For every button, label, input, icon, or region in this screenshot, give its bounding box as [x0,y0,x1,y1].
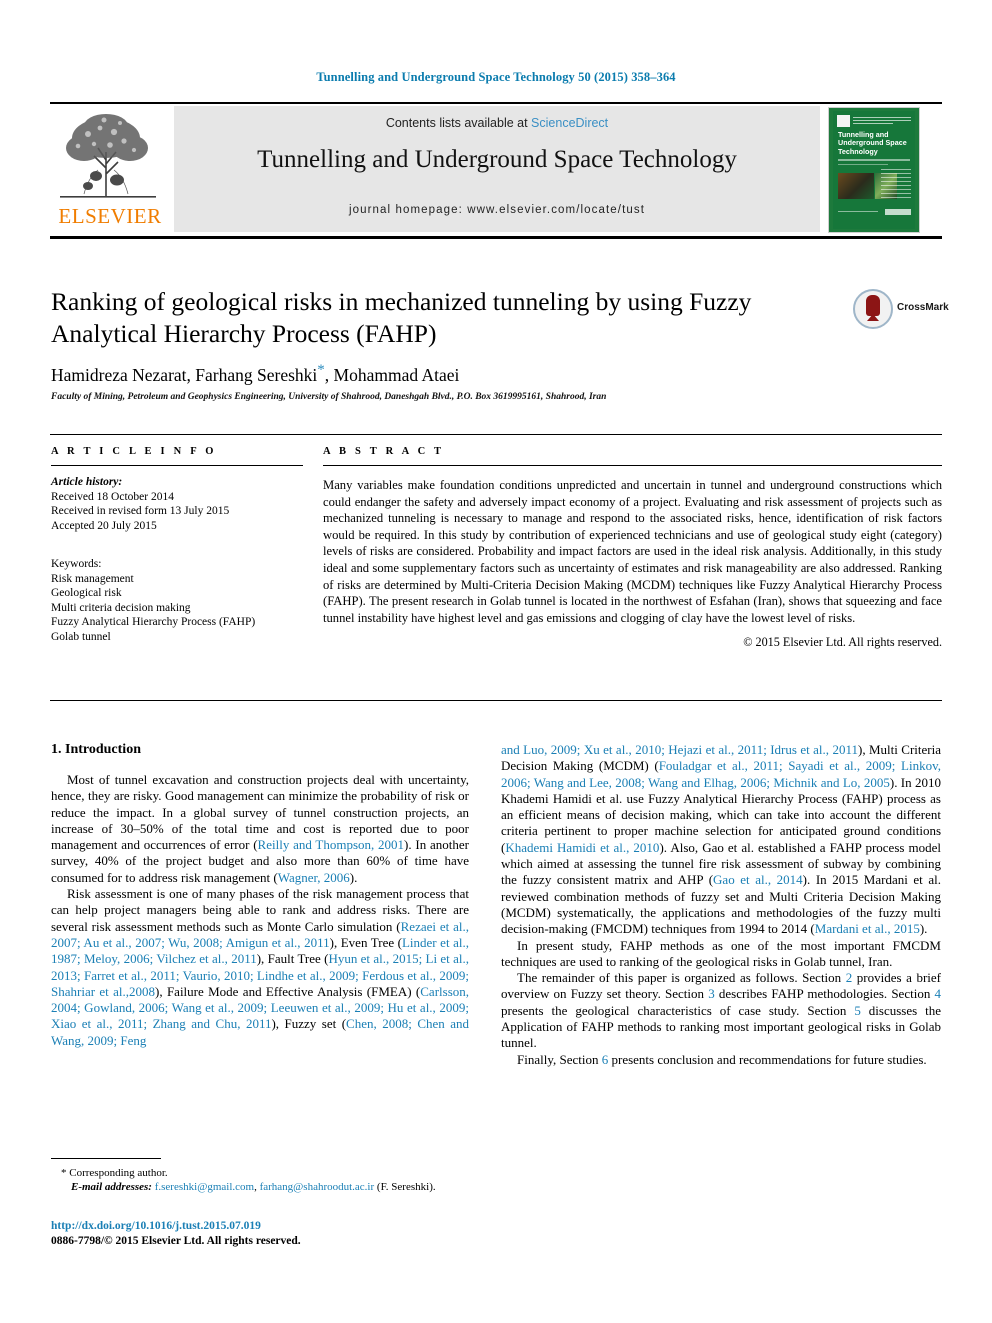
cover-subtitle-rule-2 [838,164,888,165]
email-label: E-mail addresses: [71,1181,152,1193]
intro-paragraph-2: Risk assessment is one of many phases of… [51,886,469,1049]
keywords-block: Keywords: Risk management Geological ris… [51,557,303,644]
citation-link[interactable]: Reilly and Thompson, 2001 [258,837,405,852]
intro-paragraph-4: The remainder of this paper is organized… [501,970,941,1051]
author-affiliation: Faculty of Mining, Petroleum and Geophys… [51,392,607,402]
footnote-separator-rule [51,1158,161,1159]
revised-date: Received in revised form 13 July 2015 [51,505,230,517]
p4-text-a: The remainder of this paper is organized… [517,970,846,986]
keywords-label: Keywords: [51,558,102,570]
intro-paragraph-3: In present study, FAHP methods as one of… [501,937,941,969]
cover-contents-list [881,169,911,201]
article-history-block: Article history: Received 18 October 201… [51,475,303,533]
doi-block: http://dx.doi.org/10.1016/j.tust.2015.07… [51,1219,481,1249]
citation-link[interactable]: Khademi Hamidi et al., 2010 [505,840,659,855]
journal-homepage-link[interactable]: journal homepage: www.elsevier.com/locat… [174,204,820,216]
body-column-right: and Luo, 2009; Xu et al., 2010; Hejazi e… [501,742,941,1068]
body-column-left: 1. Introduction Most of tunnel excavatio… [51,742,469,1049]
p2-text-b: ), Even Tree ( [329,934,402,950]
corresponding-author-marker: * [317,362,325,378]
corresponding-author-note: * Corresponding author. [61,1167,168,1179]
p2-text-e: ), Fuzzy set ( [271,1016,347,1032]
masthead-bottom-rule [50,236,942,239]
p4-text-d: presents the geological characteristics … [501,1002,855,1018]
elsevier-wordmark: ELSEVIER [58,204,162,228]
cover-publisher-logo [837,115,850,127]
doi-link[interactable]: http://dx.doi.org/10.1016/j.tust.2015.07… [51,1219,481,1234]
citation-link[interactable]: Gao et al., 2014 [713,872,803,887]
intro-paragraph-2-continued: and Luo, 2009; Xu et al., 2010; Hejazi e… [501,742,941,938]
keyword-item: Multi criteria decision making [51,601,191,614]
cover-photo-left [838,173,874,199]
cover-inner: Tunnelling and Underground Space Technol… [833,111,915,229]
journal-cover-thumbnail: Tunnelling and Underground Space Technol… [828,107,920,233]
cover-topline-1 [853,117,911,118]
article-info-column: A R T I C L E I N F O Article history: R… [51,446,303,644]
footnote-block: * Corresponding author. E-mail addresses… [51,1166,481,1194]
contents-prefix: Contents lists available at [385,116,532,130]
keyword-item: Fuzzy Analytical Hierarchy Process (FAHP… [51,616,256,628]
article-history-label: Article history: [51,476,123,488]
received-date: Received 18 October 2014 [51,490,174,503]
article-title: Ranking of geological risks in mechanize… [51,287,752,348]
p5-text-a: Finally, Section [517,1051,602,1067]
crossmark-label: CrossMark [897,302,949,313]
cover-topline-3 [853,123,893,124]
keyword-item: Golab tunnel [51,630,111,643]
abstract-heading: A B S T R A C T [323,446,445,457]
article-info-heading-rule [51,465,303,466]
cover-subtitle-rule [838,159,910,161]
journal-title: Tunnelling and Underground Space Technol… [257,146,737,173]
p2c-text-e: ). [919,921,928,937]
authors-before-marker: Hamidreza Nezarat, Farhang Sereshki [51,364,318,385]
email-link-secondary[interactable]: farhang@shahroodut.ac.ir [260,1181,375,1193]
abstract-column: A B S T R A C T Many variables make foun… [323,446,942,650]
elsevier-tree-icon [60,114,156,198]
contents-available-line: Contents lists available at ScienceDirec… [174,116,820,130]
cover-topline-2 [853,120,911,121]
abstract-copyright: © 2015 Elsevier Ltd. All rights reserved… [743,635,942,650]
journal-masthead: ELSEVIER Contents lists available at Sci… [50,106,942,234]
intro-paragraph-5: Finally, Section 6 presents conclusion a… [501,1052,941,1068]
info-block-top-rule [50,434,942,435]
crossmark-arrow-icon [867,314,879,321]
abstract-text: Many variables make foundation condition… [323,478,942,625]
issn-copyright-line: 0886-7798/© 2015 Elsevier Ltd. All right… [51,1235,301,1247]
authors-after-marker: , Mohammad Ataei [324,364,460,385]
abstract-heading-rule [323,465,942,466]
crossmark-shield-icon [866,295,880,316]
p5-text-b: presents conclusion and recommendations … [608,1051,927,1067]
section-link-4[interactable]: 4 [935,986,942,1001]
masthead-band: Contents lists available at ScienceDirec… [174,106,820,232]
email-addresses-note: E-mail addresses: f.sereshki@gmail.com, … [51,1180,481,1194]
running-head: Tunnelling and Underground Space Technol… [316,70,676,84]
section-heading-introduction: 1. Introduction [51,742,141,757]
article-info-heading: A R T I C L E I N F O [51,446,217,457]
cover-title: Tunnelling and Underground Space Technol… [838,130,907,156]
article-page: Tunnelling and Underground Space Technol… [0,0,992,1323]
p2-text-d: ), Failure Mode and Effective Analysis (… [155,983,421,999]
email-link-primary[interactable]: f.sereshki@gmail.com [155,1181,254,1193]
keyword-item: Geological risk [51,587,122,599]
citation-link[interactable]: and Luo, 2009; Xu et al., 2010; Hejazi e… [501,742,858,757]
info-block-bottom-rule [50,700,942,701]
cover-footer-logo [885,209,911,215]
cover-footer-rule [838,211,878,212]
masthead-top-rule [50,102,942,104]
cover-topbar [837,115,911,127]
p1-text-c: ). [349,869,358,885]
intro-paragraph-1: Most of tunnel excavation and constructi… [51,772,469,886]
elsevier-logo: ELSEVIER [50,106,170,232]
citation-link[interactable]: Mardani et al., 2015 [815,921,920,936]
sciencedirect-link[interactable]: ScienceDirect [531,116,608,130]
crossmark-badge[interactable]: CrossMark [853,289,949,333]
citation-link[interactable]: Wagner, 2006 [278,870,350,885]
author-list: Hamidreza Nezarat, Farhang Sereshki*, Mo… [51,362,851,386]
p2-text-c: ), Fault Tree ( [256,951,329,967]
keyword-item: Risk management [51,572,134,585]
p4-text-c: describes FAHP methodologies. Section [714,986,935,1002]
accepted-date: Accepted 20 July 2015 [51,519,157,532]
email-suffix: (F. Sereshki). [374,1181,436,1193]
